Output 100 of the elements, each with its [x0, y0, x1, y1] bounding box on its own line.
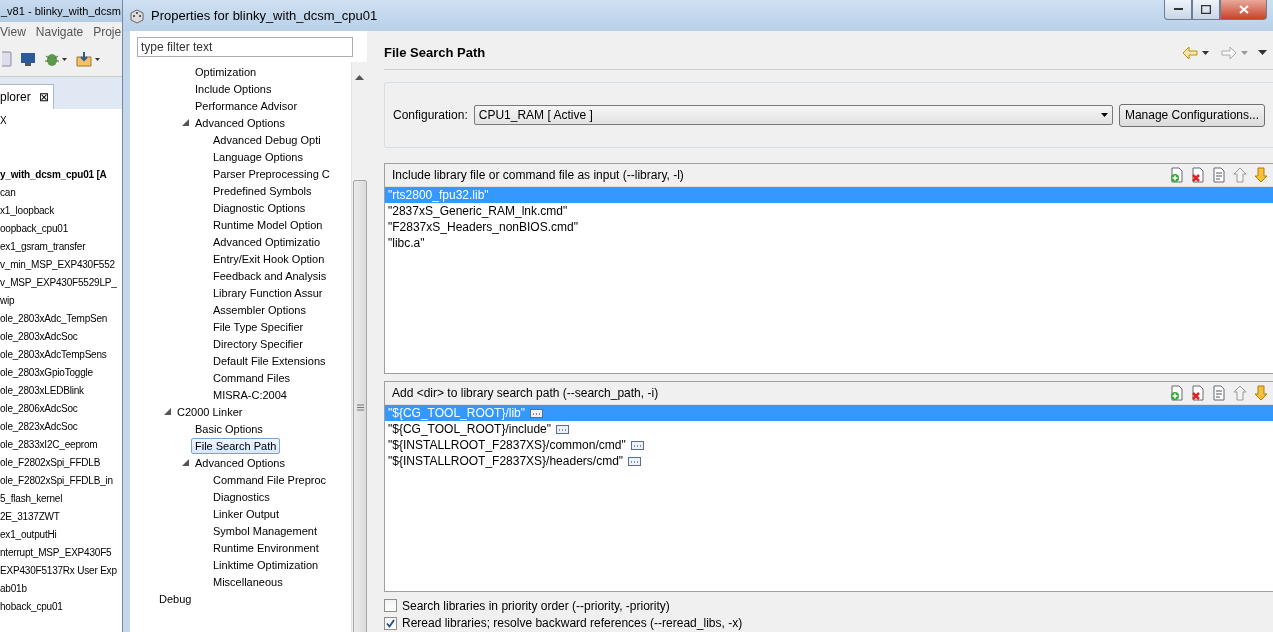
checkbox[interactable] [384, 599, 397, 613]
tree-item[interactable]: Parser Preprocessing C [209, 165, 334, 182]
project-item[interactable]: 2E_3137ZWT [0, 508, 122, 526]
tree-item[interactable]: Feedback and Analysis [209, 267, 331, 284]
project-item[interactable]: ex1_gsram_transfer [0, 238, 122, 256]
list-item[interactable]: "${INSTALLROOT_F2837XS}/headers/cmd" [385, 453, 1273, 470]
project-item[interactable]: v_MSP_EXP430F5529LP_ [0, 274, 122, 292]
menu-item[interactable]: Navigate [35, 25, 84, 39]
tree-item[interactable]: Basic Options [191, 420, 267, 437]
tree-item[interactable]: Linker Output [209, 505, 284, 522]
project-item[interactable]: ole_2803xAdcTempSens [0, 346, 122, 364]
project-item[interactable]: ole_F2802xSpi_FFDLB [0, 454, 122, 472]
add-icon[interactable] [1169, 167, 1185, 184]
tree-item[interactable]: Miscellaneous [209, 573, 287, 590]
menu-item[interactable]: Proje [93, 25, 122, 39]
project-item[interactable]: ole_2833xI2C_eeprom [0, 436, 122, 454]
project-item[interactable]: nterrupt_MSP_EXP430F5 [0, 544, 122, 562]
monitor-icon[interactable] [20, 51, 36, 67]
project-item[interactable]: ab01b [0, 580, 122, 598]
tree-item[interactable]: Command File Preproc [209, 471, 331, 488]
tree-item[interactable]: Diagnostics [209, 488, 274, 505]
tree-item[interactable]: Entry/Exit Hook Option [209, 250, 329, 267]
project-item[interactable]: oopback_cpu01 [0, 220, 122, 238]
tree-item[interactable]: MISRA-C:2004 [209, 386, 291, 403]
tree-item[interactable]: Directory Specifier [209, 335, 307, 352]
project-item[interactable]: ole_2823xAdcSoc [0, 418, 122, 436]
tree-item[interactable]: Advanced Optimizatio [209, 233, 324, 250]
expanded-arrow-icon[interactable] [182, 119, 189, 126]
manage-configurations-button[interactable]: Manage Configurations... [1118, 103, 1265, 127]
tree-item[interactable]: Runtime Model Option [209, 216, 327, 233]
ellipsis-icon[interactable] [630, 440, 644, 450]
tree-item[interactable]: Advanced Debug Opti [209, 131, 325, 148]
project-item[interactable]: v_min_MSP_EXP430F552 [0, 256, 122, 274]
list-item[interactable]: "${INSTALLROOT_F2837XS}/common/cmd" [385, 437, 1273, 454]
add-icon[interactable] [1169, 385, 1185, 402]
project-item[interactable]: ole_2803xAdcSoc [0, 328, 122, 346]
tree-item[interactable]: Include Options [191, 80, 276, 97]
project-item[interactable]: ole_2806xAdcSoc [0, 400, 122, 418]
tree-item[interactable]: File Type Specifier [209, 318, 308, 335]
project-item[interactable]: can [0, 184, 122, 202]
project-item[interactable]: 5_flash_kernel [0, 490, 122, 508]
project-item[interactable]: X [0, 112, 122, 130]
close-button[interactable] [1220, 0, 1267, 20]
project-item[interactable]: EXP430F5137Rx User Exp [0, 562, 122, 580]
project-item[interactable]: ole_2803xLEDBlink [0, 382, 122, 400]
scroll-up-icon[interactable] [355, 74, 364, 80]
tree-item[interactable]: File Search Path [191, 437, 281, 454]
list-item[interactable]: "2837xS_Generic_RAM_lnk.cmd" [385, 203, 1273, 220]
scrollbar-thumb[interactable] [353, 180, 367, 632]
maximize-button[interactable] [1192, 0, 1220, 20]
move-up-icon[interactable] [1232, 385, 1248, 402]
tree-item[interactable]: Linktime Optimization [209, 556, 323, 573]
move-up-icon[interactable] [1232, 167, 1248, 184]
checkbox[interactable] [384, 616, 397, 630]
filter-field[interactable]: type filter text [137, 37, 353, 57]
project-item[interactable]: hoback_cpu01 [0, 598, 122, 616]
tree-item[interactable]: Advanced Options [191, 454, 289, 471]
project-item[interactable]: wip [0, 292, 122, 310]
project-item[interactable]: y_with_dcsm_cpu01 [A [0, 166, 122, 184]
bug-icon[interactable] [44, 51, 68, 67]
expanded-arrow-icon[interactable] [164, 408, 171, 415]
project-item[interactable]: ole_2803xGpioToggle [0, 364, 122, 382]
configuration-dropdown[interactable]: CPU1_RAM [ Active ] [473, 105, 1113, 126]
tree-item[interactable]: Language Options [209, 148, 307, 165]
ellipsis-icon[interactable] [530, 408, 543, 418]
tree-item[interactable]: Optimization [191, 63, 261, 80]
tree-item[interactable]: Default File Extensions [209, 352, 330, 369]
ellipsis-icon[interactable] [556, 424, 570, 434]
download-icon[interactable] [76, 51, 102, 67]
move-down-icon[interactable] [1253, 167, 1269, 184]
delete-icon[interactable] [1190, 167, 1206, 184]
menu-item[interactable]: View [0, 25, 26, 39]
tree-item[interactable]: Predefined Symbols [209, 182, 316, 199]
edit-icon[interactable] [1211, 385, 1227, 402]
edit-icon[interactable] [1211, 167, 1227, 184]
tree-item[interactable]: Advanced Options [191, 114, 289, 131]
tree-item[interactable]: Diagnostic Options [209, 199, 310, 216]
tree-item[interactable]: Runtime Environment [209, 539, 323, 556]
minimize-button[interactable] [1164, 0, 1192, 20]
close-icon[interactable]: ⊠ [38, 90, 49, 104]
project-item[interactable]: x1_loopback [0, 202, 122, 220]
delete-icon[interactable] [1190, 385, 1206, 402]
tree-item[interactable]: Debug [155, 590, 196, 607]
list-item[interactable]: "libc.a" [385, 235, 1273, 252]
tree-item[interactable]: Symbol Management [209, 522, 321, 539]
explorer-tab[interactable]: plorer ⊠ [0, 84, 54, 109]
tree-item[interactable]: Library Function Assur [209, 284, 327, 301]
tree-item[interactable]: Performance Advisor [191, 97, 302, 114]
list-item[interactable]: "F2837xS_Headers_nonBIOS.cmd" [385, 219, 1273, 236]
project-item[interactable]: ex1_outputHi [0, 526, 122, 544]
tree-item[interactable]: C2000 Linker [173, 403, 247, 420]
expanded-arrow-icon[interactable] [182, 459, 189, 466]
menu-icon[interactable] [1258, 50, 1267, 56]
list-item[interactable]: "${CG_TOOL_ROOT}/include" [385, 421, 1273, 438]
tree-item[interactable]: Command Files [209, 369, 295, 386]
dropdown-icon[interactable] [1202, 50, 1209, 55]
move-down-icon[interactable] [1253, 385, 1269, 402]
project-item[interactable]: ole_F2802xSpi_FFDLB_in [0, 472, 122, 490]
project-item[interactable]: ole_2803xAdc_TempSen [0, 310, 122, 328]
tree-item[interactable]: Assembler Options [209, 301, 310, 318]
